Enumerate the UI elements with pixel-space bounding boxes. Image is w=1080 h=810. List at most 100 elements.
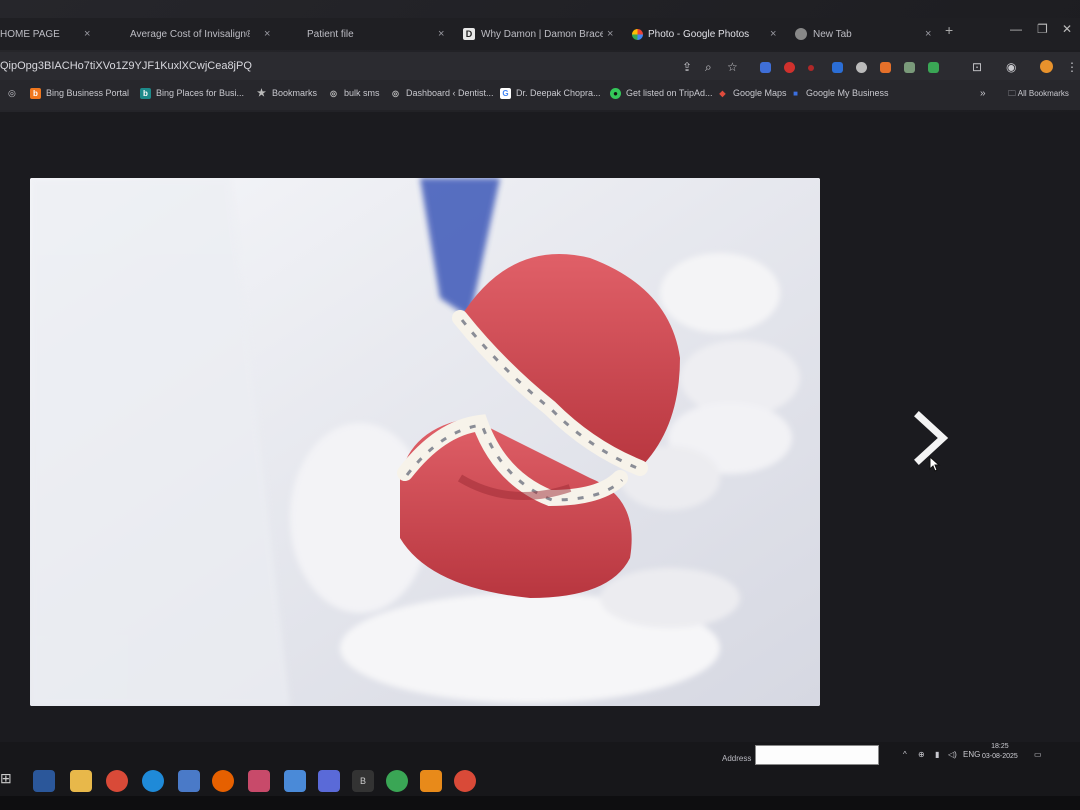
tab-close-icon[interactable]: ×: [84, 28, 90, 40]
more-bookmarks-icon[interactable]: »: [980, 88, 986, 99]
share-icon[interactable]: ⇪: [682, 60, 692, 74]
globe-icon: ◎: [330, 89, 337, 99]
bookmark-bookmarks[interactable]: ★ Bookmarks: [256, 88, 317, 99]
tab-close-icon[interactable]: ×: [607, 28, 613, 40]
tab-damon-braces[interactable]: D Why Damon | Damon Braces: [463, 22, 603, 48]
url-text[interactable]: QipOpg3BIACHo7tiXVo1Z9YJF1KuxlXCwjCea8jP…: [0, 60, 252, 72]
extension-icon[interactable]: [760, 62, 771, 73]
firefox-app-icon[interactable]: [212, 770, 234, 792]
extension-icon[interactable]: [784, 62, 795, 73]
maps-pin-icon: ◆: [719, 89, 726, 99]
word-app-icon[interactable]: [33, 770, 55, 792]
bookmark-bulk-sms[interactable]: ◎ bulk sms: [328, 88, 380, 99]
dental-braces-photo: [30, 178, 820, 706]
bookmark-label: Dashboard ‹ Dentist...: [406, 88, 494, 98]
app-icon[interactable]: [248, 770, 270, 792]
app-icon[interactable]: B: [352, 770, 374, 792]
zoom-icon[interactable]: ⌕: [705, 60, 712, 75]
extension-icon[interactable]: [832, 62, 843, 73]
tab-label: Average Cost of Invisalign® ...: [130, 29, 250, 40]
bookmark-bing-business-portal[interactable]: b Bing Business Portal: [30, 88, 130, 100]
bookmark-label: Google My Business: [806, 88, 889, 98]
all-bookmarks-label: All Bookmarks: [1017, 89, 1069, 98]
tab-close-icon[interactable]: ×: [438, 28, 444, 40]
file-explorer-icon[interactable]: [70, 770, 92, 792]
chrome-app-icon[interactable]: [454, 770, 476, 792]
chrome-app-icon[interactable]: [106, 770, 128, 792]
address-label: Address: [722, 754, 752, 763]
bookmark-dashboard[interactable]: ◎ Dashboard ‹ Dentist...: [390, 88, 494, 99]
start-icon[interactable]: ⊞: [0, 770, 22, 792]
app-icon[interactable]: [178, 770, 200, 792]
extension-icon[interactable]: [808, 65, 814, 71]
bing-icon: b: [140, 88, 151, 100]
tray-chevron-icon[interactable]: ^: [903, 750, 907, 759]
bookmark-label: Get listed on TripAd...: [626, 88, 713, 98]
close-window-icon[interactable]: ✕: [1062, 22, 1072, 36]
tab-invisalign[interactable]: Average Cost of Invisalign® ...: [130, 22, 250, 48]
bookmark-google-my-business[interactable]: ■ Google My Business: [790, 88, 889, 99]
address-bar-row: QipOpg3BIACHo7tiXVo1Z9YJF1KuxlXCwjCea8jP…: [0, 52, 1080, 80]
new-tab-favicon-icon: [795, 28, 807, 41]
apps-icon[interactable]: ◎: [8, 88, 16, 99]
tab-home-page[interactable]: HOME PAGE: [0, 22, 90, 48]
maximize-icon[interactable]: ❐: [1037, 22, 1048, 36]
all-bookmarks-button[interactable]: 🗀 All Bookmarks: [1008, 88, 1069, 102]
avatar[interactable]: [1040, 60, 1053, 73]
tab-strip: HOME PAGE × Average Cost of Invisalign® …: [0, 18, 1080, 50]
bookmark-label: bulk sms: [344, 88, 380, 98]
extension-icon[interactable]: [928, 62, 939, 73]
menu-dots-icon[interactable]: ⋮: [1066, 60, 1078, 74]
profile-icon[interactable]: ◉: [1006, 60, 1016, 74]
globe-icon: ◎: [392, 89, 399, 99]
bing-icon: b: [30, 88, 41, 100]
monitor-screen: HOME PAGE × Average Cost of Invisalign® …: [0, 0, 1080, 810]
google-icon: G: [500, 88, 511, 100]
tab-google-photos[interactable]: Photo - Google Photos: [632, 22, 762, 48]
volume-icon[interactable]: ◁): [948, 750, 957, 759]
vlc-app-icon[interactable]: [420, 770, 442, 792]
damon-favicon-icon: D: [463, 28, 475, 41]
new-tab-button[interactable]: +: [945, 22, 953, 38]
folder-icon: 🗀: [1008, 89, 1018, 98]
tab-close-icon[interactable]: ×: [770, 28, 776, 40]
extension-icon[interactable]: [880, 62, 891, 73]
mouse-cursor-icon: [929, 456, 941, 472]
bookmark-label: Bing Business Portal: [46, 88, 130, 98]
puzzle-icon[interactable]: ⊡: [972, 60, 982, 74]
google-photos-icon: [632, 28, 643, 40]
extension-icon[interactable]: [904, 62, 915, 73]
bookmarks-bar: ◎ b Bing Business Portal b Bing Places for…: [0, 80, 1080, 110]
tab-label: Photo - Google Photos: [648, 29, 750, 40]
extension-icon[interactable]: [856, 62, 867, 73]
bookmark-dr-deepak-chopra[interactable]: G Dr. Deepak Chopra...: [500, 88, 601, 100]
clock[interactable]: 18:25 03-08-2025: [982, 742, 1018, 762]
tab-label: HOME PAGE: [0, 29, 60, 40]
language-indicator[interactable]: ENG: [963, 750, 980, 759]
notification-icon[interactable]: ▭: [1034, 750, 1042, 759]
bookmark-google-maps[interactable]: ◆ Google Maps: [717, 88, 786, 99]
bookmark-label: Bookmarks: [272, 88, 318, 98]
bookmark-bing-places[interactable]: b Bing Places for Busi...: [140, 88, 245, 100]
taskbar-address-input[interactable]: [755, 745, 879, 765]
tab-label: Why Damon | Damon Braces: [481, 29, 603, 40]
tab-close-icon[interactable]: ×: [925, 28, 931, 40]
bookmark-label: Dr. Deepak Chopra...: [516, 88, 601, 98]
braces-model-illustration: [30, 178, 820, 706]
clock-date: 03-08-2025: [982, 753, 1018, 760]
minimize-icon[interactable]: —: [1010, 22, 1022, 36]
monitor-bezel: [0, 796, 1080, 810]
bookmark-label: Bing Places for Busi...: [156, 88, 245, 98]
wifi-icon[interactable]: ▮: [935, 750, 939, 759]
edge-app-icon[interactable]: [142, 770, 164, 792]
maps-app-icon[interactable]: [386, 770, 408, 792]
bookmark-tripadvisor[interactable]: ● Get listed on TripAd...: [610, 88, 713, 100]
app-icon[interactable]: [318, 770, 340, 792]
tab-new-tab[interactable]: New Tab: [795, 22, 925, 48]
clock-time: 18:25: [991, 743, 1009, 750]
tab-close-icon[interactable]: ×: [264, 28, 270, 40]
tab-patient-file[interactable]: Patient file: [307, 22, 427, 48]
app-icon[interactable]: [284, 770, 306, 792]
network-icon[interactable]: ⊕: [918, 750, 925, 759]
bookmark-star-icon[interactable]: ☆: [727, 60, 738, 74]
